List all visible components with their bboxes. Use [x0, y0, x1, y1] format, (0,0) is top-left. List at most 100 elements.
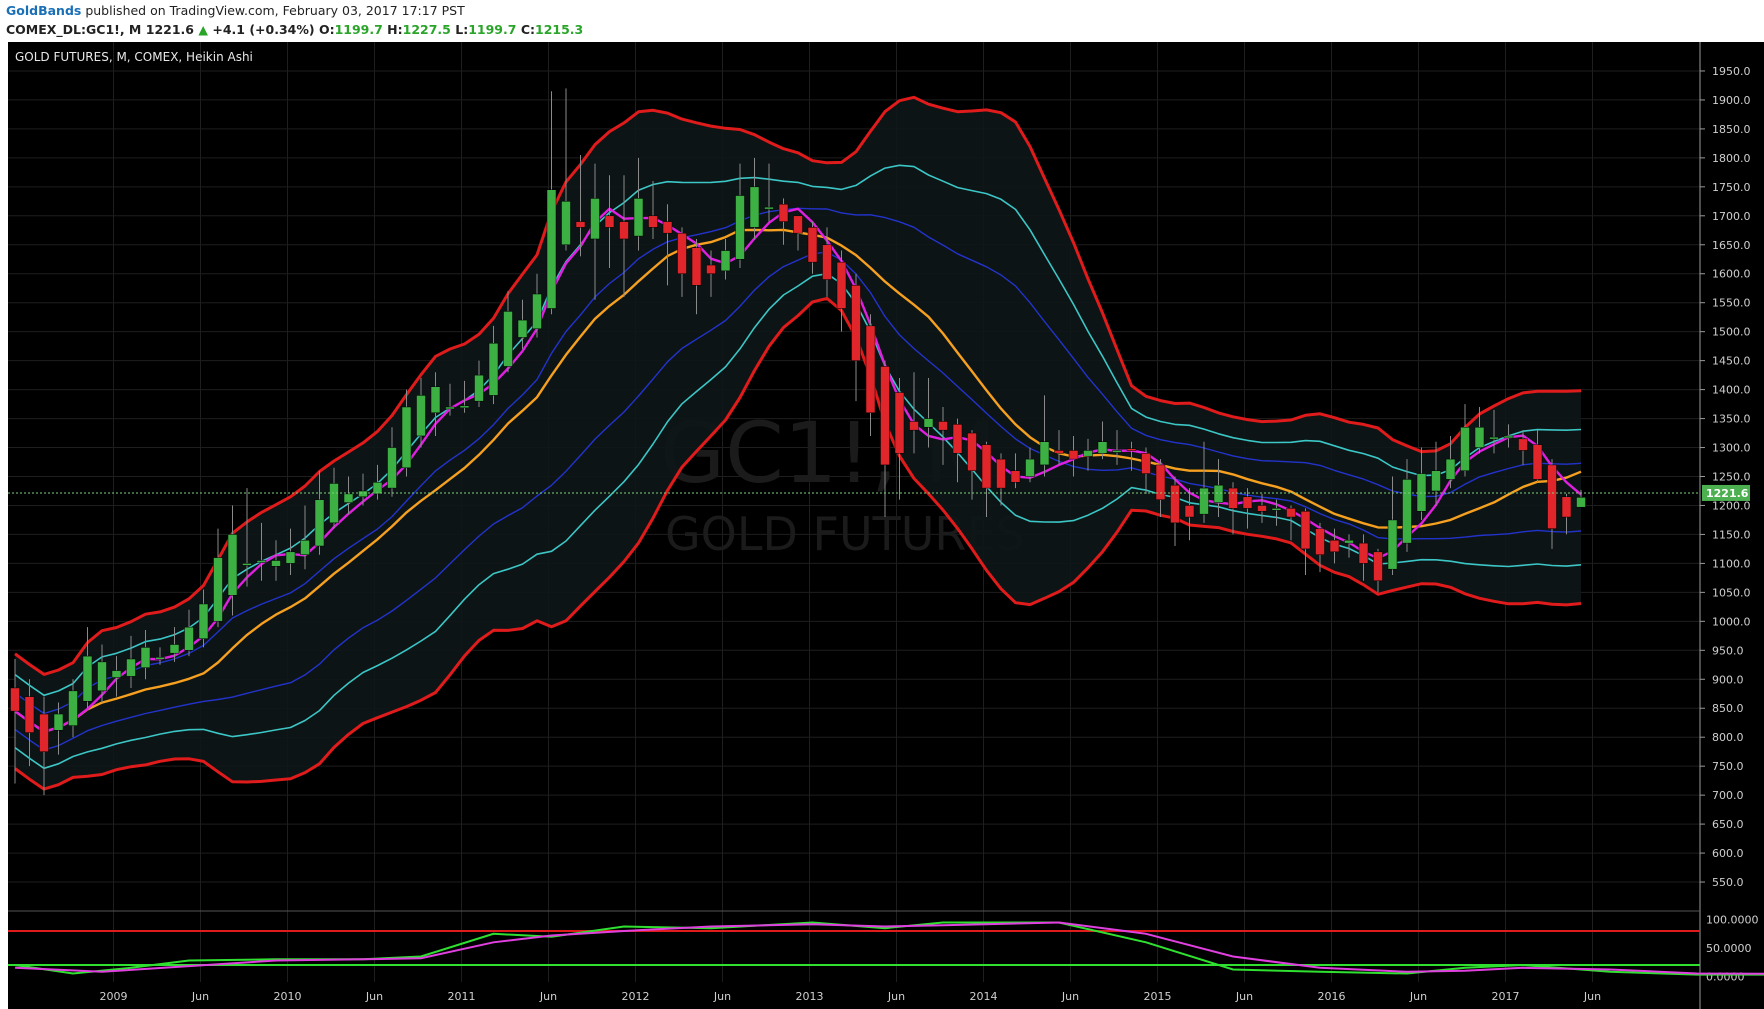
y-tick-label: 1450.0 — [1712, 355, 1751, 368]
y-tick-label: 1750.0 — [1712, 181, 1751, 194]
candle-body — [459, 405, 470, 409]
candle-body — [1358, 542, 1369, 564]
candle-body — [619, 221, 629, 240]
candle-body — [749, 186, 760, 228]
candle-body — [169, 644, 180, 654]
candle-body — [1126, 448, 1137, 451]
x-tick-label: Jun — [713, 990, 731, 1003]
publish-line: GoldBands published on TradingView.com, … — [6, 3, 465, 18]
x-tick-label: 2012 — [622, 990, 650, 1003]
y-tick-label: 800.0 — [1712, 731, 1744, 744]
candle-body — [1054, 450, 1064, 454]
candle-body — [155, 657, 165, 660]
candle-body — [952, 424, 963, 454]
candle-body — [561, 201, 571, 246]
candle-body — [1561, 496, 1572, 518]
low-value: 1199.7 — [468, 22, 517, 37]
candle-body — [1257, 505, 1267, 512]
candle-body — [488, 343, 499, 396]
candle-body — [329, 483, 339, 524]
y-tick-label: 650.0 — [1712, 818, 1744, 831]
candle-body — [1460, 427, 1470, 471]
candle-body — [662, 221, 673, 234]
candle-body — [1025, 458, 1035, 477]
y-tick-label: 1500.0 — [1712, 326, 1751, 339]
candle-body — [503, 311, 513, 367]
x-tick-label: Jun — [887, 990, 905, 1003]
candle-body — [1300, 511, 1311, 550]
candle-body — [851, 285, 861, 361]
candle-body — [996, 458, 1006, 489]
candle-body — [981, 444, 992, 489]
x-tick-label: Jun — [1061, 990, 1079, 1003]
candle-body — [1010, 470, 1021, 483]
x-tick-label: Jun — [1583, 990, 1601, 1003]
candle-body — [1271, 508, 1282, 511]
x-tick-label: 2011 — [448, 990, 476, 1003]
candle-body — [1387, 519, 1398, 570]
chart-area[interactable]: GC1!, M GOLD FUTURES 550.0600.0650.0700.… — [0, 42, 1764, 1009]
candle-body — [1329, 539, 1340, 553]
y-tick-label: 1400.0 — [1712, 384, 1751, 397]
candle-body — [126, 658, 136, 677]
candle-body — [1155, 464, 1166, 500]
candle-body — [1097, 441, 1108, 454]
x-tick-label: 2013 — [796, 990, 824, 1003]
candle-body — [445, 406, 455, 410]
candle-body — [909, 421, 919, 431]
symbol-name[interactable]: COMEX_DL:GC1!, M — [6, 22, 141, 37]
candle-body — [1039, 441, 1050, 466]
y-tick-label: 1800.0 — [1712, 152, 1751, 165]
y-tick-label: 1000.0 — [1712, 615, 1751, 628]
x-tick-label: Jun — [539, 990, 557, 1003]
candle-body — [967, 432, 977, 471]
x-tick-label: 2015 — [1144, 990, 1172, 1003]
candle-body — [1503, 435, 1514, 439]
osc-tick-label: 50.0000 — [1706, 942, 1752, 955]
pane-title: GOLD FUTURES, M, COMEX, Heikin Ashi — [15, 50, 253, 64]
candle-body — [271, 560, 281, 567]
candle-body — [894, 392, 905, 454]
candle-body — [778, 203, 789, 222]
y-tick-label: 900.0 — [1712, 673, 1744, 686]
y-tick-label: 1950.0 — [1712, 65, 1751, 78]
high-label: H: — [387, 22, 403, 37]
y-tick-label: 850.0 — [1712, 702, 1744, 715]
candle-body — [1431, 470, 1441, 492]
y-tick-label: 550.0 — [1712, 876, 1744, 889]
open-label: O: — [318, 22, 335, 37]
published-text: published on TradingView.com, February 0… — [81, 3, 465, 18]
osc-tick-label: 100.0000 — [1706, 914, 1759, 927]
candle-body — [401, 406, 412, 469]
candle-body — [10, 687, 20, 712]
candle-body — [256, 560, 267, 563]
y-tick-label: 1650.0 — [1712, 239, 1751, 252]
candle-body — [314, 499, 325, 547]
y-tick-label: 1850.0 — [1712, 123, 1751, 136]
candle-body — [648, 215, 658, 228]
candle-body — [880, 366, 890, 466]
candle-body — [1184, 505, 1195, 518]
author-link[interactable]: GoldBands — [6, 3, 81, 18]
candle-body — [691, 247, 702, 286]
candle-body — [1170, 484, 1180, 524]
candle-body — [822, 244, 832, 280]
candle-body — [1576, 497, 1586, 508]
x-tick-label: Jun — [1235, 990, 1253, 1003]
candle-body — [807, 227, 818, 263]
candle-body — [140, 647, 151, 668]
candle-body — [1112, 450, 1122, 453]
candle-body — [865, 325, 876, 414]
candle-body — [1228, 487, 1238, 509]
price-change: +4.1 (+0.34%) — [212, 22, 315, 37]
candle-body — [575, 221, 586, 228]
price-label: 1221.6 — [1706, 487, 1749, 500]
candle-body — [1402, 479, 1412, 544]
candle-body — [198, 603, 209, 639]
y-tick-label: 1200.0 — [1712, 499, 1751, 512]
open-value: 1199.7 — [334, 22, 383, 37]
x-tick-label: 2010 — [274, 990, 302, 1003]
candle-body — [39, 713, 49, 752]
close-label: C: — [520, 22, 536, 37]
candle-body — [1416, 473, 1427, 512]
